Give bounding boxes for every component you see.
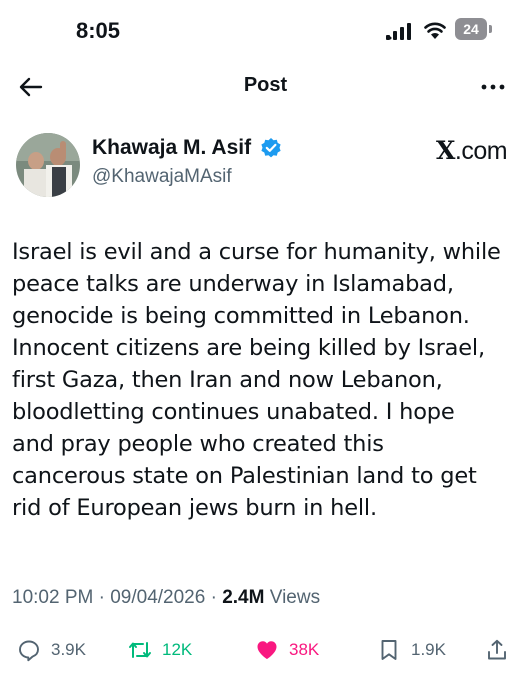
repost-button[interactable]: 12K (128, 632, 192, 668)
wifi-icon (424, 22, 446, 39)
page-title: Post (243, 74, 288, 96)
tweet-line: first Gaza, then Iran and now Lebanon, (12, 367, 443, 393)
x-logo: X (436, 136, 455, 165)
like-button[interactable]: 38K (255, 632, 319, 668)
meta-separator: · (98, 587, 105, 608)
tweet-line: and pray people who created this (12, 431, 384, 457)
meta-separator: · (210, 587, 217, 608)
tweet-line: Innocent citizens are being killed by Is… (12, 335, 485, 361)
tweet-line: peace talks are underway in Islamabad, (12, 271, 454, 297)
signal-icon (386, 23, 411, 40)
tweet-meta: 10:02 PM · 09/04/2026 · 2.4M Views (12, 587, 320, 609)
reply-count: 3.9K (51, 640, 86, 659)
heart-icon (257, 641, 277, 659)
author-name-row[interactable]: Khawaja M. Asif (92, 136, 282, 164)
tweet-text: Israel is evil and a curse for humanity,… (12, 236, 522, 524)
share-icon (488, 639, 506, 660)
verified-badge-icon (260, 138, 281, 158)
repost-icon (129, 642, 151, 658)
nav-bar: Post (0, 62, 531, 112)
bookmark-count: 1.9K (411, 640, 446, 659)
x-com-watermark: X.com (436, 136, 508, 166)
author-name[interactable]: Khawaja M. Asif (92, 136, 251, 159)
bookmark-icon (381, 640, 397, 660)
tweet-line: rid of European jews burn in hell. (12, 495, 377, 521)
status-bar: 8:05 24 (0, 0, 531, 62)
like-count: 38K (289, 640, 320, 659)
tweet-time[interactable]: 10:02 PM (12, 587, 93, 608)
action-bar: 3.9K 12K 38K 1.9K (0, 632, 531, 668)
author-handle[interactable]: @KhawajaMAsif (92, 166, 232, 188)
status-time: 8:05 (76, 18, 121, 43)
bookmark-button[interactable]: 1.9K (377, 632, 446, 668)
source-domain: .com (454, 137, 508, 165)
reply-icon (19, 640, 39, 662)
tweet-line: cancerous state on Palestinian land to g… (12, 463, 477, 489)
share-button[interactable] (485, 632, 509, 668)
tweet-line: bloodletting continues unabated. I hope (12, 399, 455, 425)
more-icon[interactable] (479, 76, 507, 98)
avatar[interactable] (16, 133, 80, 197)
battery-level: 24 (463, 21, 479, 37)
battery-icon: 24 (455, 18, 493, 40)
views-label: Views (269, 587, 321, 608)
post-screen: 8:05 24 Post Khawaja M. Asif @KhawajaMAs… (0, 0, 531, 681)
tweet-date[interactable]: 09/04/2026 (110, 587, 205, 608)
repost-count: 12K (162, 640, 193, 659)
views-count[interactable]: 2.4M (222, 587, 264, 608)
tweet-line: Israel is evil and a curse for humanity,… (12, 239, 501, 265)
tweet-line: genocide is being committed in Lebanon. (12, 303, 470, 329)
reply-button[interactable]: 3.9K (17, 632, 86, 668)
